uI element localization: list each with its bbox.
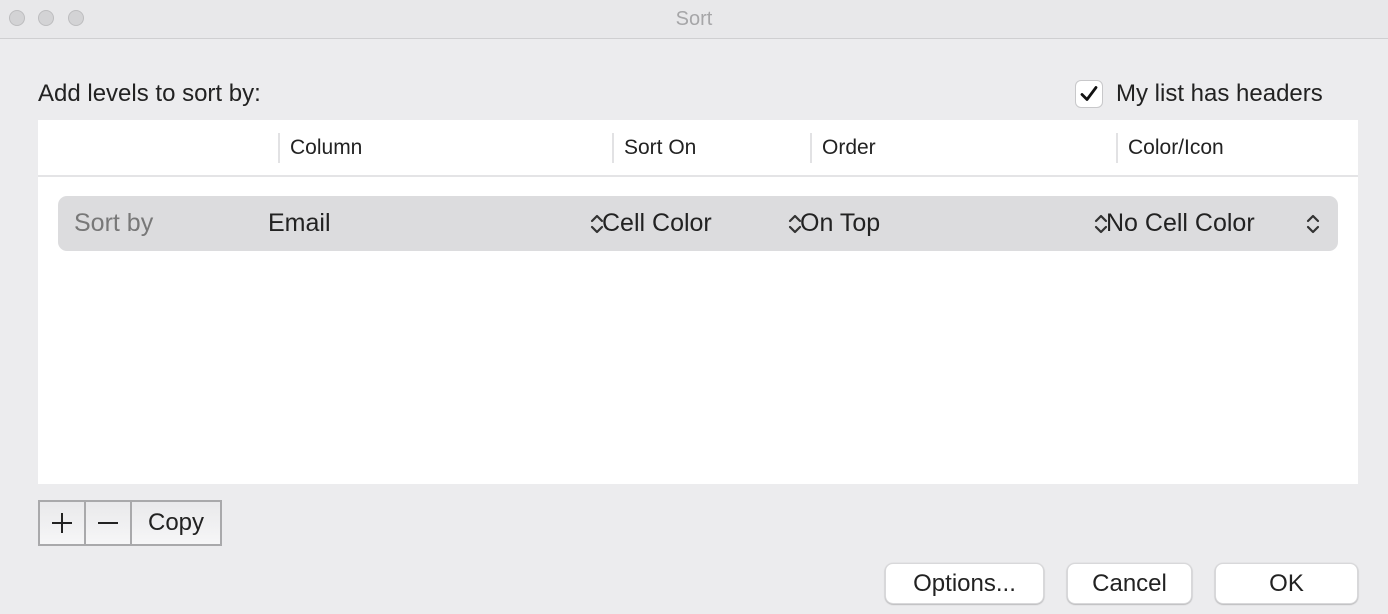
sort-by-label: Sort by xyxy=(74,209,154,237)
column-header-column: Column xyxy=(278,120,362,175)
color-icon-select-chevron-icon[interactable] xyxy=(1304,196,1322,251)
window-title: Sort xyxy=(675,8,713,30)
table-header: Column Sort On Order Color/Icon xyxy=(38,120,1358,177)
column-header-order: Order xyxy=(810,120,876,175)
checkmark-icon xyxy=(1080,86,1098,101)
column-separator xyxy=(810,133,812,163)
color-icon-select[interactable]: No Cell Color xyxy=(1106,196,1296,251)
column-separator xyxy=(612,133,614,163)
column-header-color-icon: Color/Icon xyxy=(1116,120,1224,175)
options-button[interactable]: Options... xyxy=(885,563,1044,604)
column-separator xyxy=(278,133,280,163)
sort-levels-table: Column Sort On Order Color/Icon Sort by … xyxy=(38,120,1358,484)
color-icon-select-value: No Cell Color xyxy=(1106,209,1255,237)
sort-level-row[interactable]: Sort by Email Cell Color On Top No Cell … xyxy=(58,196,1338,251)
column-select-value: Email xyxy=(268,209,331,237)
title-bar: Sort xyxy=(0,0,1388,39)
column-header-label: Color/Icon xyxy=(1128,135,1224,159)
order-select[interactable]: On Top xyxy=(800,196,1080,251)
remove-level-button[interactable] xyxy=(86,502,132,544)
headers-checkbox-group[interactable]: My list has headers xyxy=(1075,80,1323,108)
copy-level-button[interactable]: Copy xyxy=(132,502,220,544)
minus-icon xyxy=(98,522,118,524)
ok-button[interactable]: OK xyxy=(1215,563,1358,604)
add-level-button[interactable] xyxy=(40,502,86,544)
level-button-group: Copy xyxy=(38,500,222,546)
column-separator xyxy=(1116,133,1118,163)
plus-icon xyxy=(52,513,72,533)
add-levels-label: Add levels to sort by: xyxy=(38,80,261,107)
column-header-label: Order xyxy=(822,135,876,159)
headers-checkbox-label: My list has headers xyxy=(1116,80,1323,107)
column-header-label: Column xyxy=(290,135,363,159)
column-select[interactable]: Email xyxy=(268,196,598,251)
order-select-value: On Top xyxy=(800,209,881,237)
column-header-sort-on: Sort On xyxy=(612,120,696,175)
column-header-label: Sort On xyxy=(624,135,697,159)
sort-on-select-value: Cell Color xyxy=(602,209,712,237)
headers-checkbox[interactable] xyxy=(1075,80,1103,108)
cancel-button[interactable]: Cancel xyxy=(1067,563,1192,604)
sort-on-select[interactable]: Cell Color xyxy=(602,196,782,251)
